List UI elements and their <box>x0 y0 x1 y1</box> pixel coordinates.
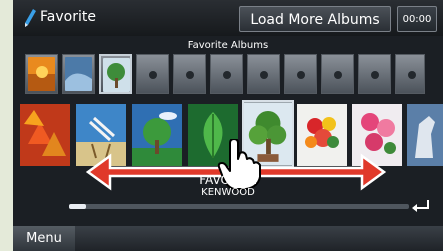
media-screen: Favorite Load More Albums 00:00 Favorite… <box>13 0 443 251</box>
progress-fill <box>69 204 86 209</box>
empty-slot-dot <box>186 71 194 79</box>
header-bar: Favorite Load More Albums 00:00 <box>13 0 443 36</box>
load-more-albums-button[interactable]: Load More Albums <box>239 6 391 32</box>
return-icon[interactable] <box>410 196 432 214</box>
favorite-slot-1[interactable] <box>25 54 58 94</box>
favorite-slot-empty[interactable] <box>321 54 354 94</box>
favorite-slot-empty[interactable] <box>395 54 425 94</box>
page-title: Favorite <box>40 9 96 25</box>
favorite-albums-strip <box>25 54 443 96</box>
empty-slot-dot <box>297 71 305 79</box>
empty-slot-dot <box>149 71 157 79</box>
favorite-slot-empty[interactable] <box>247 54 280 94</box>
album-art-autumn-leaves[interactable] <box>20 104 70 166</box>
album-name: FAVORITE <box>199 173 257 187</box>
favorite-albums-label: Favorite Albums <box>187 40 269 51</box>
favorite-slot-empty[interactable] <box>173 54 206 94</box>
favorite-slot-empty[interactable] <box>358 54 391 94</box>
album-art-horse[interactable] <box>407 104 443 166</box>
pen-icon <box>25 9 36 27</box>
album-thumbnail <box>65 57 92 91</box>
album-thumbnail <box>103 58 130 92</box>
empty-slot-dot <box>334 71 342 79</box>
empty-slot-dot <box>260 71 268 79</box>
artist-name: KENWOOD <box>201 187 255 198</box>
time-display: 00:00 <box>397 6 437 32</box>
favorite-slot-empty[interactable] <box>284 54 317 94</box>
empty-slot-dot <box>371 71 379 79</box>
progress-bar[interactable] <box>69 204 409 209</box>
favorite-slot-empty[interactable] <box>210 54 243 94</box>
now-playing-info: FAVORITE KENWOOD <box>13 173 443 199</box>
favorite-slot-3[interactable] <box>99 54 132 94</box>
favorite-slot-empty[interactable] <box>136 54 169 94</box>
favorite-slot-2[interactable] <box>62 54 95 94</box>
menu-button[interactable]: Menu <box>13 226 75 251</box>
album-thumbnail <box>28 57 55 91</box>
empty-slot-dot <box>223 71 231 79</box>
empty-slot-dot <box>408 71 416 79</box>
footer-bar <box>13 226 443 251</box>
